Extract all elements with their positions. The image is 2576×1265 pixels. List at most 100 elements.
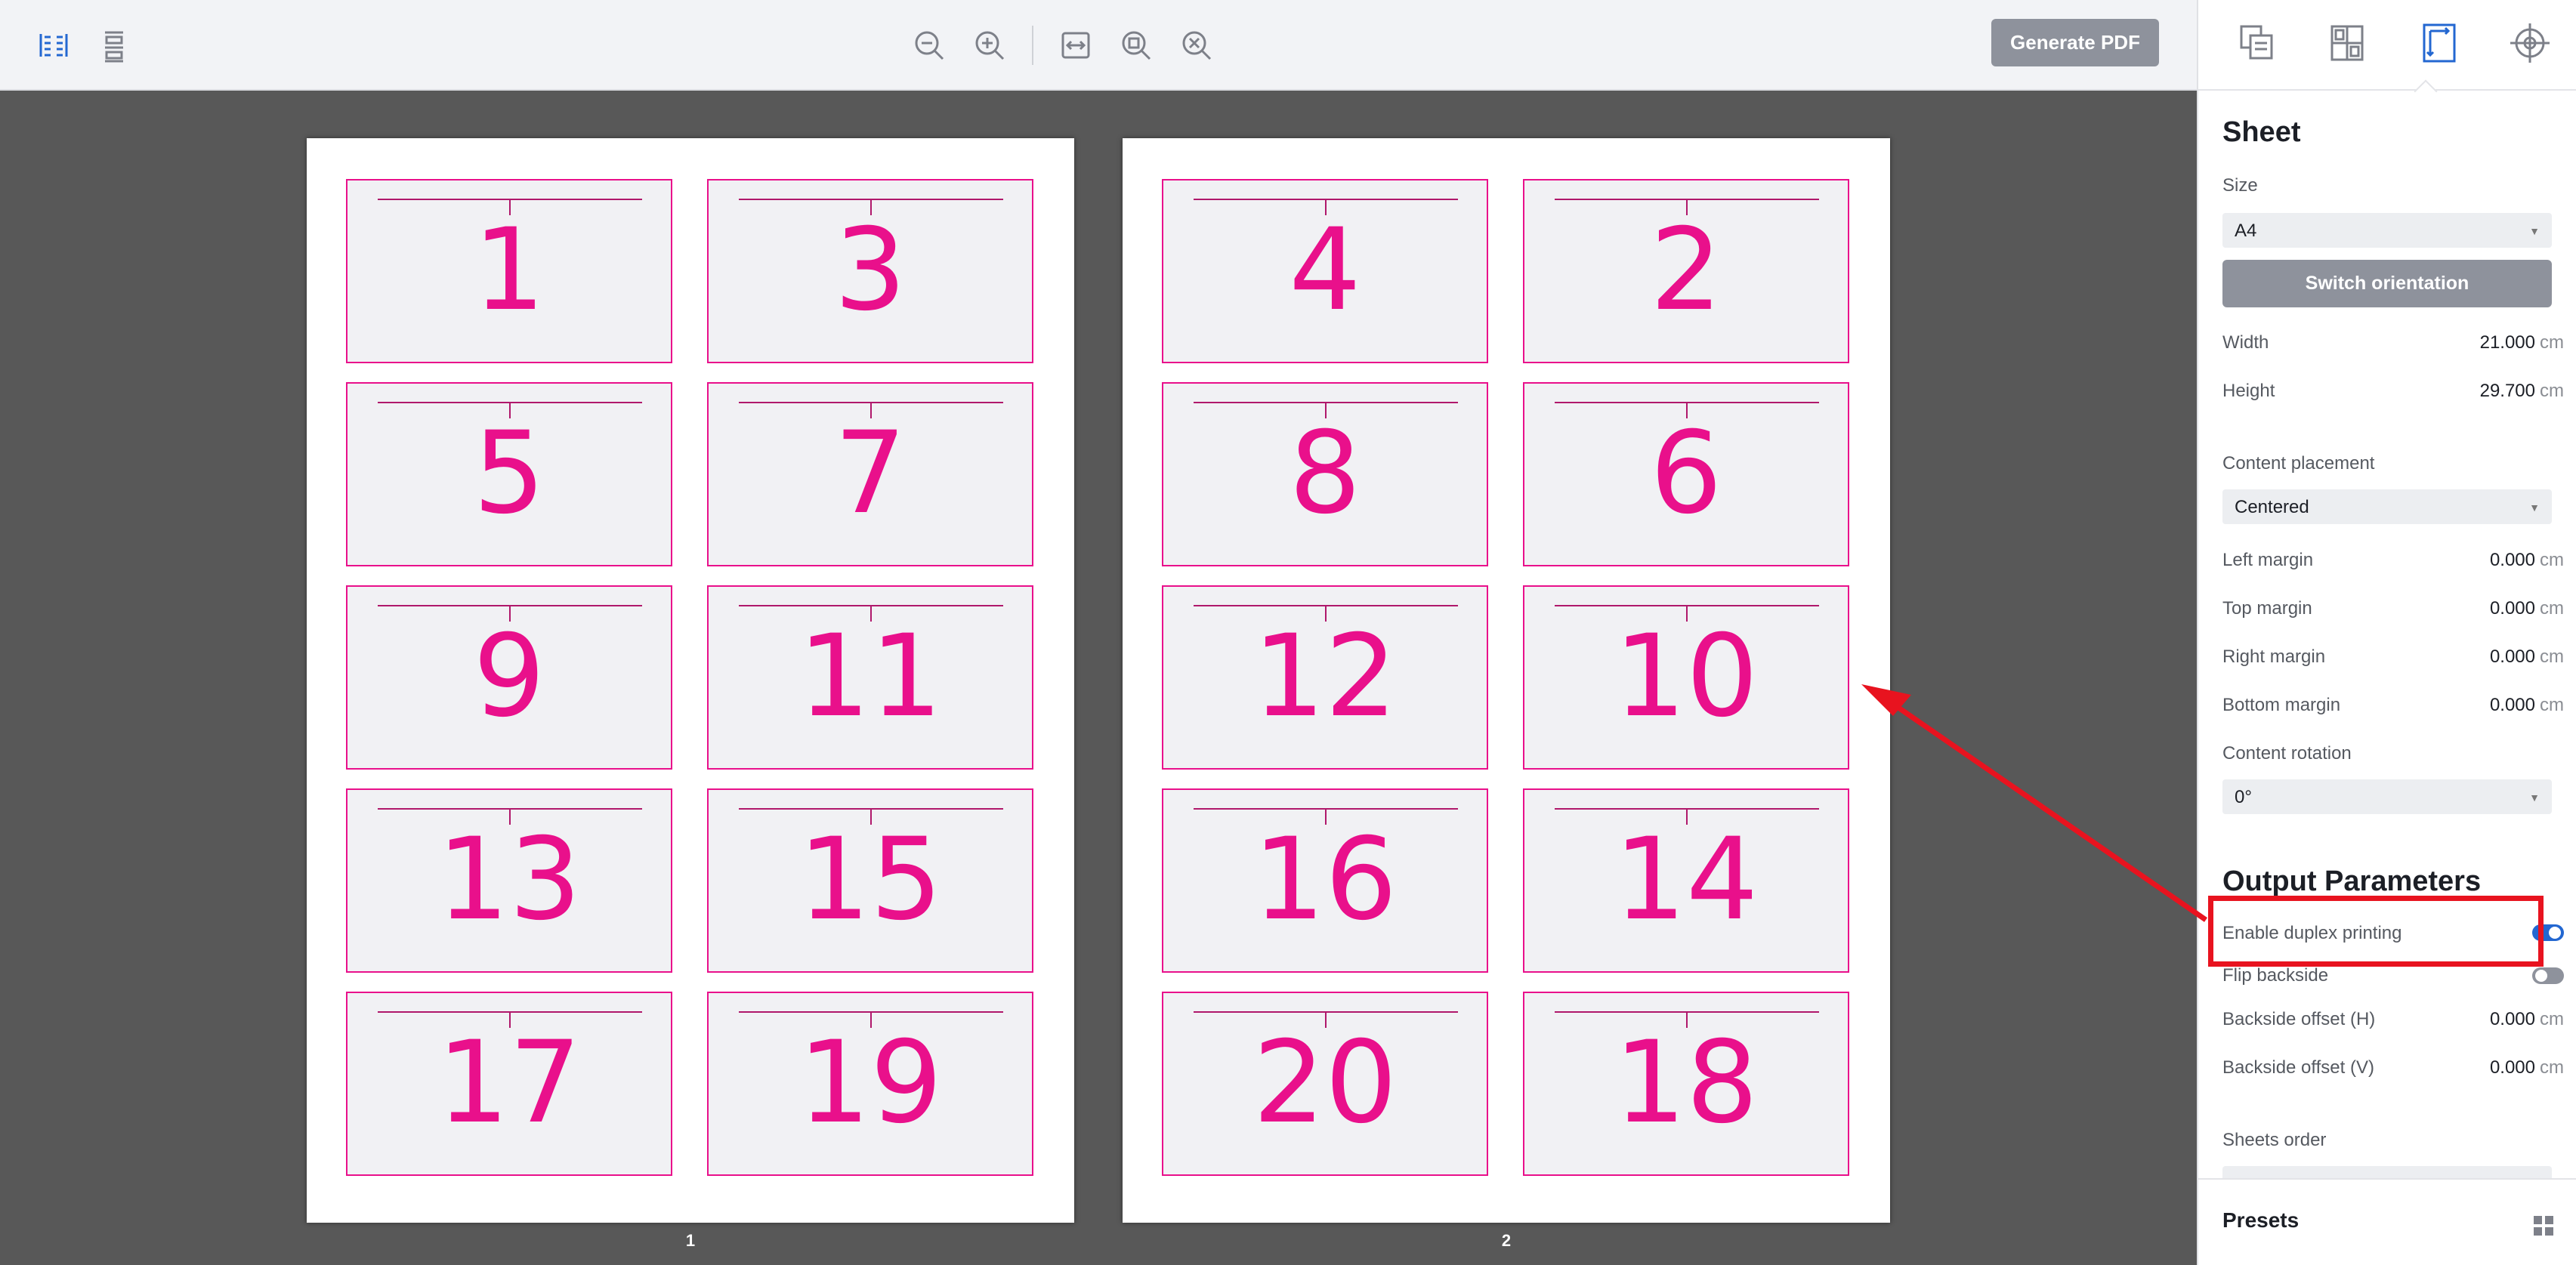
- sheet-section-title: Sheet: [2222, 116, 2301, 148]
- page-card: 11: [707, 585, 1033, 770]
- grid-icon[interactable]: [2532, 1214, 2555, 1237]
- content-placement-label: Content placement: [2222, 453, 2375, 474]
- page-number: 6: [1650, 408, 1722, 539]
- backside-offset-v-field[interactable]: 0.000 cm: [2490, 1057, 2564, 1078]
- panel-tabs: [2198, 0, 2576, 91]
- page-number: 8: [1289, 408, 1361, 539]
- page-number: 19: [798, 1017, 943, 1149]
- chevron-down-icon: ▼: [2529, 501, 2540, 514]
- pages-icon[interactable]: [2230, 17, 2283, 69]
- flip-backside-label: Flip backside: [2222, 965, 2329, 986]
- content-rotation-value: 0°: [2235, 787, 2252, 807]
- sheet-icon[interactable]: [2413, 17, 2466, 69]
- width-field[interactable]: 21.000 cm: [2480, 332, 2564, 353]
- page-number: 13: [437, 814, 582, 946]
- content-placement-select[interactable]: Centered ▼: [2222, 489, 2552, 524]
- height-value: 29.700: [2479, 381, 2535, 401]
- backside-offset-h-value: 0.000: [2489, 1009, 2535, 1029]
- chevron-down-icon: ▼: [2529, 225, 2540, 237]
- width-label: Width: [2222, 332, 2269, 353]
- unit-label: cm: [2540, 598, 2564, 619]
- unit-label: cm: [2540, 646, 2564, 667]
- sheet-2: 4 2 8 6 12 10 16 14 20 18: [1123, 138, 1890, 1223]
- unit-label: cm: [2540, 1009, 2564, 1029]
- backside-offset-h-label: Backside offset (H): [2222, 1009, 2376, 1029]
- fit-width-icon[interactable]: [1055, 24, 1097, 66]
- page-number: 7: [834, 408, 907, 539]
- bottom-margin-field[interactable]: 0.000 cm: [2490, 695, 2564, 716]
- page-card: 14: [1523, 788, 1849, 973]
- zoom-reset-icon[interactable]: [1175, 24, 1218, 66]
- page-number: 2: [1650, 205, 1722, 336]
- page-card: 6: [1523, 382, 1849, 566]
- fit-page-icon[interactable]: [1115, 24, 1157, 66]
- preview-workspace[interactable]: 1 3 5 7 9 11 13 15 17 19 1 4 2 8 6 12 10 16 14 20 18 2: [0, 91, 2197, 1265]
- layout-icon[interactable]: [2321, 17, 2374, 69]
- page-card: 2: [1523, 179, 1849, 363]
- width-value: 21.000: [2479, 332, 2535, 353]
- page-card: 16: [1162, 788, 1488, 973]
- left-margin-label: Left margin: [2222, 550, 2314, 570]
- zoom-out-icon[interactable]: [908, 24, 950, 66]
- spread-view-icon[interactable]: [32, 24, 75, 66]
- page-number: 17: [437, 1017, 582, 1149]
- page-number: 20: [1252, 1017, 1398, 1149]
- top-margin-value: 0.000: [2489, 598, 2535, 619]
- sheets-order-label: Sheets order: [2222, 1130, 2327, 1150]
- settings-panel: Sheet Size A4 ▼ Switch orientation Width…: [2197, 0, 2576, 1265]
- content-placement-value: Centered: [2235, 497, 2309, 517]
- unit-label: cm: [2540, 550, 2564, 570]
- switch-orientation-button[interactable]: Switch orientation: [2222, 260, 2552, 307]
- page-number: 1: [473, 205, 545, 336]
- page-card: 19: [707, 992, 1033, 1176]
- page-number: 4: [1289, 205, 1361, 336]
- size-select[interactable]: A4 ▼: [2222, 213, 2552, 248]
- right-margin-label: Right margin: [2222, 646, 2326, 667]
- page-card: 10: [1523, 585, 1849, 770]
- page-number: 3: [834, 205, 907, 336]
- generate-pdf-button[interactable]: Generate PDF: [1991, 19, 2159, 66]
- marks-icon[interactable]: [2503, 17, 2556, 69]
- sheet-1: 1 3 5 7 9 11 13 15 17 19: [307, 138, 1074, 1223]
- bottom-margin-value: 0.000: [2489, 695, 2535, 715]
- sheet-label: 1: [685, 1231, 696, 1250]
- single-view-icon[interactable]: [93, 24, 135, 66]
- toolbar-separator: [1032, 26, 1033, 65]
- page-card: 5: [346, 382, 672, 566]
- unit-label: cm: [2540, 332, 2564, 353]
- page-card: 1: [346, 179, 672, 363]
- zoom-in-icon[interactable]: [968, 24, 1011, 66]
- backside-offset-v-label: Backside offset (V): [2222, 1057, 2374, 1078]
- height-label: Height: [2222, 381, 2275, 401]
- top-margin-label: Top margin: [2222, 598, 2312, 619]
- output-parameters-title: Output Parameters: [2222, 865, 2482, 897]
- size-label: Size: [2222, 175, 2258, 196]
- page-card: 20: [1162, 992, 1488, 1176]
- page-number: 18: [1614, 1017, 1759, 1149]
- presets-bar[interactable]: Presets: [2198, 1178, 2576, 1265]
- page-number: 10: [1614, 611, 1759, 742]
- height-field[interactable]: 29.700 cm: [2480, 381, 2564, 402]
- unit-label: cm: [2540, 695, 2564, 715]
- left-margin-value: 0.000: [2489, 550, 2535, 570]
- right-margin-value: 0.000: [2489, 646, 2535, 667]
- page-number: 14: [1614, 814, 1759, 946]
- backside-offset-v-value: 0.000: [2489, 1057, 2535, 1078]
- right-margin-field[interactable]: 0.000 cm: [2490, 646, 2564, 668]
- unit-label: cm: [2540, 1057, 2564, 1078]
- page-card: 7: [707, 382, 1033, 566]
- left-margin-field[interactable]: 0.000 cm: [2490, 550, 2564, 571]
- top-toolbar: Generate PDF: [0, 0, 2197, 91]
- page-number: 15: [798, 814, 943, 946]
- flip-backside-toggle[interactable]: [2532, 967, 2564, 984]
- presets-label: Presets: [2222, 1208, 2300, 1232]
- unit-label: cm: [2540, 381, 2564, 401]
- content-rotation-label: Content rotation: [2222, 743, 2352, 764]
- page-number: 12: [1252, 611, 1398, 742]
- top-margin-field[interactable]: 0.000 cm: [2490, 598, 2564, 619]
- content-rotation-select[interactable]: 0° ▼: [2222, 779, 2552, 814]
- backside-offset-h-field[interactable]: 0.000 cm: [2490, 1009, 2564, 1030]
- toggle-knob: [2549, 927, 2561, 939]
- chevron-down-icon: ▼: [2529, 791, 2540, 804]
- page-card: 15: [707, 788, 1033, 973]
